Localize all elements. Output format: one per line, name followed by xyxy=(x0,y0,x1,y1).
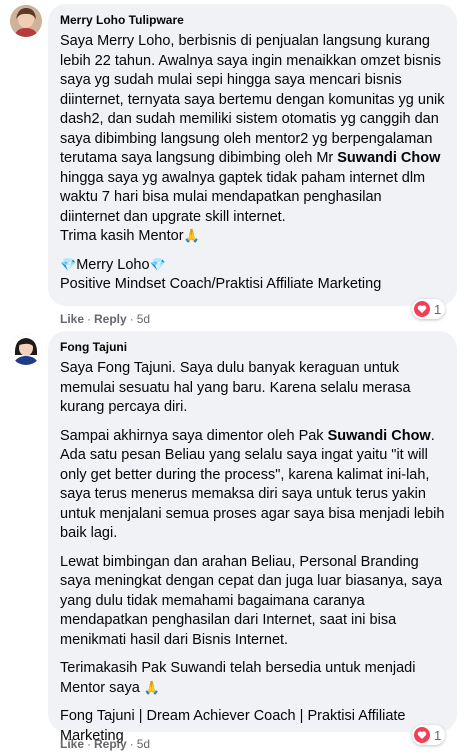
separator: · xyxy=(129,312,134,326)
mention-name: Suwandi Chow xyxy=(337,150,441,166)
reaction-count: 1 xyxy=(434,301,442,317)
comment-text-run: Positive Mindset Coach/Praktisi Affiliat… xyxy=(60,276,382,292)
comment-paragraph: Positive Mindset Coach/Praktisi Affiliat… xyxy=(60,275,445,295)
like-link[interactable]: Like xyxy=(60,737,84,751)
reply-link[interactable]: Reply xyxy=(94,737,127,751)
separator: · xyxy=(87,737,92,751)
comment-paragraph: Saya Merry Loho, berbisnis di penjualan … xyxy=(60,32,445,227)
comment-paragraph: Lewat bimbingan dan arahan Beliau, Perso… xyxy=(60,553,445,651)
comment-paragraph: Trima kasih Mentor🙏 xyxy=(60,227,445,247)
diamond-icon: 💎 xyxy=(149,257,166,273)
reaction-badge[interactable]: 1 xyxy=(412,725,446,745)
comment-text-run: Saya Merry Loho, berbisnis di penjualan … xyxy=(60,33,445,166)
avatar-image xyxy=(10,5,42,37)
comment-bubble: Fong Tajuni Saya Fong Tajuni. Saya dulu … xyxy=(48,331,457,744)
comment-bubble: Merry Loho Tulipware Saya Merry Loho, be… xyxy=(48,4,457,306)
reaction-badge[interactable]: 1 xyxy=(412,299,446,319)
praying-hands-icon: 🙏 xyxy=(143,680,161,696)
avatar[interactable] xyxy=(10,5,42,37)
diamond-icon: 💎 xyxy=(60,257,77,273)
comment-text: Saya Fong Tajuni. Saya dulu banyak kerag… xyxy=(60,359,445,746)
comment-paragraph: Terimakasih Pak Suwandi telah bersedia u… xyxy=(60,659,445,698)
comment-text-run: Lewat bimbingan dan arahan Beliau, Perso… xyxy=(60,553,443,648)
reaction-count: 1 xyxy=(434,727,442,743)
comment-text-run: Terimakasih Pak Suwandi telah bersedia u… xyxy=(60,660,416,696)
comment-actions: Like · Reply · 5d xyxy=(60,736,150,752)
comment-text-run: . Ada satu pesan Beliau yang selalu saya… xyxy=(60,427,445,542)
separator: · xyxy=(129,737,134,751)
mention-name: Suwandi Chow xyxy=(327,427,431,444)
comment-paragraph: 💎Merry Loho💎 xyxy=(60,256,445,276)
comment-text-run: Sampai akhirnya saya dimentor oleh Pak xyxy=(60,427,328,444)
praying-hands-icon: 🙏 xyxy=(183,229,200,244)
comment-paragraph: Sampai akhirnya saya dimentor oleh Pak S… xyxy=(60,427,445,544)
like-link[interactable]: Like xyxy=(60,312,84,326)
comment-author[interactable]: Merry Loho Tulipware xyxy=(60,12,445,28)
comment-author[interactable]: Fong Tajuni xyxy=(60,339,445,355)
comment-paragraph: Saya Fong Tajuni. Saya dulu banyak kerag… xyxy=(60,359,445,418)
comment-text-run: Merry Loho xyxy=(76,256,150,273)
comment-text-run: Trima kasih Mentor xyxy=(60,228,184,244)
comment-text-run: Saya Fong Tajuni. Saya dulu banyak kerag… xyxy=(60,360,411,415)
heart-icon xyxy=(414,301,430,317)
comment-actions: Like · Reply · 5d xyxy=(60,311,150,327)
avatar[interactable] xyxy=(10,333,42,365)
comment-time[interactable]: 5d xyxy=(137,737,150,751)
comment-text-run: hingga saya yg awalnya gaptek tidak paha… xyxy=(60,169,426,225)
separator: · xyxy=(87,312,92,326)
reply-link[interactable]: Reply xyxy=(94,312,127,326)
comment-text: Saya Merry Loho, berbisnis di penjualan … xyxy=(60,32,445,295)
heart-icon xyxy=(414,727,430,743)
comment-time[interactable]: 5d xyxy=(137,312,150,326)
avatar-image xyxy=(10,333,42,365)
